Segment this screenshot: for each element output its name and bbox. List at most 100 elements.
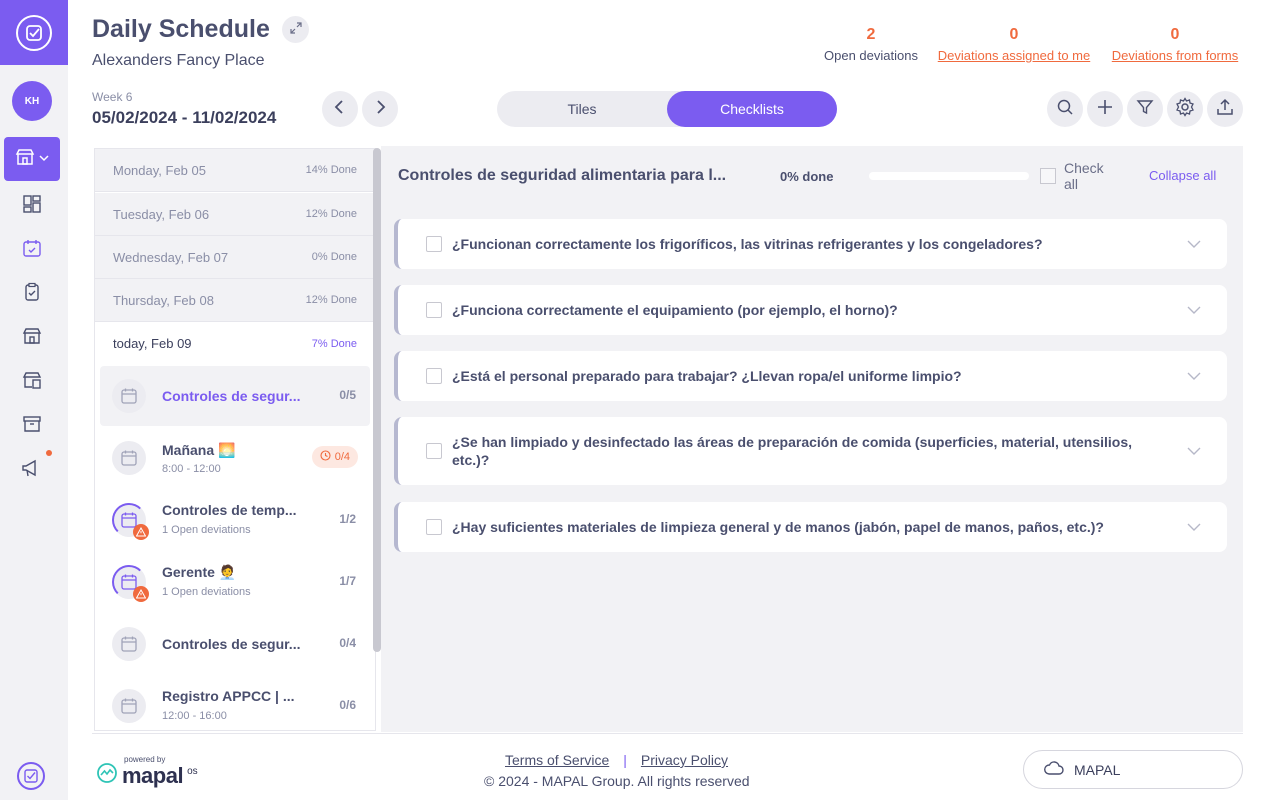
chevron-down-icon[interactable] bbox=[1187, 237, 1201, 251]
previous-week-button[interactable] bbox=[322, 91, 358, 127]
list-item[interactable]: Gerente 🧑‍💼 1 Open deviations 1/7 bbox=[100, 552, 370, 612]
app-logo[interactable] bbox=[0, 0, 68, 65]
chevron-down-icon[interactable] bbox=[1187, 444, 1201, 458]
add-button[interactable] bbox=[1087, 91, 1123, 127]
day-progress: 12% Done bbox=[305, 208, 357, 220]
export-button[interactable] bbox=[1207, 91, 1243, 127]
dashboard-icon[interactable] bbox=[20, 192, 44, 216]
avatar[interactable]: KH bbox=[12, 81, 52, 121]
clipboard-icon[interactable] bbox=[20, 280, 44, 304]
question-checkbox[interactable] bbox=[426, 368, 442, 384]
organization-name: MAPAL bbox=[1074, 761, 1121, 778]
overdue-badge: 0/4 bbox=[311, 446, 358, 468]
list-item[interactable]: Registro APPCC | ... 12:00 - 16:00 0/6 bbox=[100, 676, 370, 730]
store-menu-button[interactable] bbox=[4, 137, 60, 181]
expand-button[interactable] bbox=[282, 16, 309, 43]
megaphone-icon[interactable] bbox=[20, 456, 44, 480]
check-all-label[interactable]: Check all bbox=[1064, 160, 1114, 192]
checklist-question[interactable]: ¿Hay suficientes materiales de limpieza … bbox=[394, 502, 1227, 552]
question-checkbox[interactable] bbox=[426, 236, 442, 252]
warning-icon bbox=[133, 524, 149, 540]
list-item[interactable]: Controles de segur... 0/5 bbox=[100, 366, 370, 426]
task-deviations: 1 Open deviations bbox=[162, 524, 251, 536]
cloud-icon bbox=[1044, 760, 1064, 779]
notification-dot bbox=[46, 450, 52, 456]
shop-list-icon[interactable] bbox=[20, 368, 44, 392]
gear-icon bbox=[1175, 96, 1195, 122]
task-count: 1/2 bbox=[339, 512, 356, 526]
question-checkbox[interactable] bbox=[426, 302, 442, 318]
checklist-panel: Controles de seguridad alimentaria para … bbox=[381, 146, 1243, 732]
calendar-icon bbox=[112, 503, 149, 540]
day-row-today[interactable]: today, Feb 09 7% Done bbox=[95, 322, 375, 365]
warning-icon bbox=[133, 586, 149, 602]
search-button[interactable] bbox=[1047, 91, 1083, 127]
organization-button[interactable]: MAPAL bbox=[1023, 750, 1243, 789]
settings-button[interactable] bbox=[1167, 91, 1203, 127]
shop-icon[interactable] bbox=[20, 324, 44, 348]
day-progress: 12% Done bbox=[305, 294, 357, 306]
checklist-question[interactable]: ¿Está el personal preparado para trabaja… bbox=[394, 351, 1227, 401]
deviations-assigned[interactable]: 0 Deviations assigned to me bbox=[932, 26, 1096, 63]
filter-icon bbox=[1136, 98, 1154, 121]
calendar-check-icon[interactable] bbox=[20, 236, 44, 260]
check-all-checkbox[interactable] bbox=[1040, 168, 1056, 184]
question-checkbox[interactable] bbox=[426, 519, 442, 535]
date-range: 05/02/2024 - 11/02/2024 bbox=[92, 108, 277, 127]
open-deviations-label: Open deviations bbox=[824, 48, 918, 63]
footer-divider bbox=[92, 733, 1243, 734]
task-count: 1/7 bbox=[339, 574, 356, 588]
chevron-left-icon bbox=[334, 99, 346, 119]
footer-links: Terms of Service | Privacy Policy bbox=[505, 752, 728, 768]
question-checkbox[interactable] bbox=[426, 443, 442, 459]
day-row-tuesday[interactable]: Tuesday, Feb 06 12% Done bbox=[95, 193, 375, 236]
task-name: Controles de segur... bbox=[162, 388, 301, 404]
chevron-down-icon[interactable] bbox=[1187, 520, 1201, 534]
search-icon bbox=[1056, 98, 1074, 121]
upload-icon bbox=[1216, 98, 1234, 121]
filter-button[interactable] bbox=[1127, 91, 1163, 127]
calendar-icon bbox=[112, 441, 146, 475]
checklist-question[interactable]: ¿Funcionan correctamente los frigorífico… bbox=[394, 219, 1227, 269]
mapal-os-label: os bbox=[187, 766, 198, 777]
deviations-forms-link[interactable]: Deviations from forms bbox=[1112, 48, 1238, 63]
day-row-wednesday[interactable]: Wednesday, Feb 07 0% Done bbox=[95, 236, 375, 279]
list-item[interactable]: Mañana 🌅 8:00 - 12:00 0/4 bbox=[100, 428, 370, 488]
day-row-thursday[interactable]: Thursday, Feb 08 12% Done bbox=[95, 279, 375, 322]
chevron-down-icon bbox=[39, 150, 49, 168]
archive-icon[interactable] bbox=[20, 412, 44, 436]
task-time: 8:00 - 12:00 bbox=[162, 463, 221, 475]
day-list: Monday, Feb 05 14% Done Tuesday, Feb 06 … bbox=[94, 148, 376, 731]
terms-link[interactable]: Terms of Service bbox=[505, 752, 609, 768]
deviations-forms[interactable]: 0 Deviations from forms bbox=[1104, 26, 1246, 63]
tab-tiles[interactable]: Tiles bbox=[497, 91, 667, 127]
page-title: Daily Schedule bbox=[92, 15, 270, 43]
task-deviations: 1 Open deviations bbox=[162, 586, 251, 598]
list-item[interactable]: Controles de temp... 1 Open deviations 1… bbox=[100, 490, 370, 550]
collapse-all-button[interactable]: Collapse all bbox=[1149, 168, 1216, 183]
chevron-down-icon[interactable] bbox=[1187, 369, 1201, 383]
location-name: Alexanders Fancy Place bbox=[92, 52, 265, 69]
app-logo-icon bbox=[16, 14, 52, 51]
day-label: Thursday, Feb 08 bbox=[113, 292, 214, 308]
plus-icon bbox=[1096, 98, 1114, 121]
day-row-monday[interactable]: Monday, Feb 05 14% Done bbox=[95, 149, 375, 192]
view-toggle: Tiles Checklists bbox=[497, 91, 837, 127]
tab-checklists[interactable]: Checklists bbox=[667, 91, 837, 127]
question-text: ¿Funciona correctamente el equipamiento … bbox=[452, 302, 898, 318]
expand-icon bbox=[289, 21, 302, 39]
mapal-logo: mapal os bbox=[96, 762, 198, 789]
list-item[interactable]: Controles de segur... 0/4 bbox=[100, 614, 370, 674]
question-text: ¿Hay suficientes materiales de limpieza … bbox=[452, 519, 1104, 535]
deviations-assigned-link[interactable]: Deviations assigned to me bbox=[938, 48, 1090, 63]
chevron-down-icon[interactable] bbox=[1187, 303, 1201, 317]
checklist-question[interactable]: ¿Se han limpiado y desinfectado las área… bbox=[394, 417, 1227, 485]
app-logo-small-icon[interactable] bbox=[17, 762, 45, 790]
day-list-scrollbar[interactable] bbox=[373, 148, 381, 652]
day-label: Monday, Feb 05 bbox=[113, 162, 206, 178]
store-icon bbox=[15, 147, 35, 172]
next-week-button[interactable] bbox=[362, 91, 398, 127]
privacy-link[interactable]: Privacy Policy bbox=[641, 752, 728, 768]
checklist-progress-bar bbox=[869, 172, 1029, 180]
checklist-question[interactable]: ¿Funciona correctamente el equipamiento … bbox=[394, 285, 1227, 335]
